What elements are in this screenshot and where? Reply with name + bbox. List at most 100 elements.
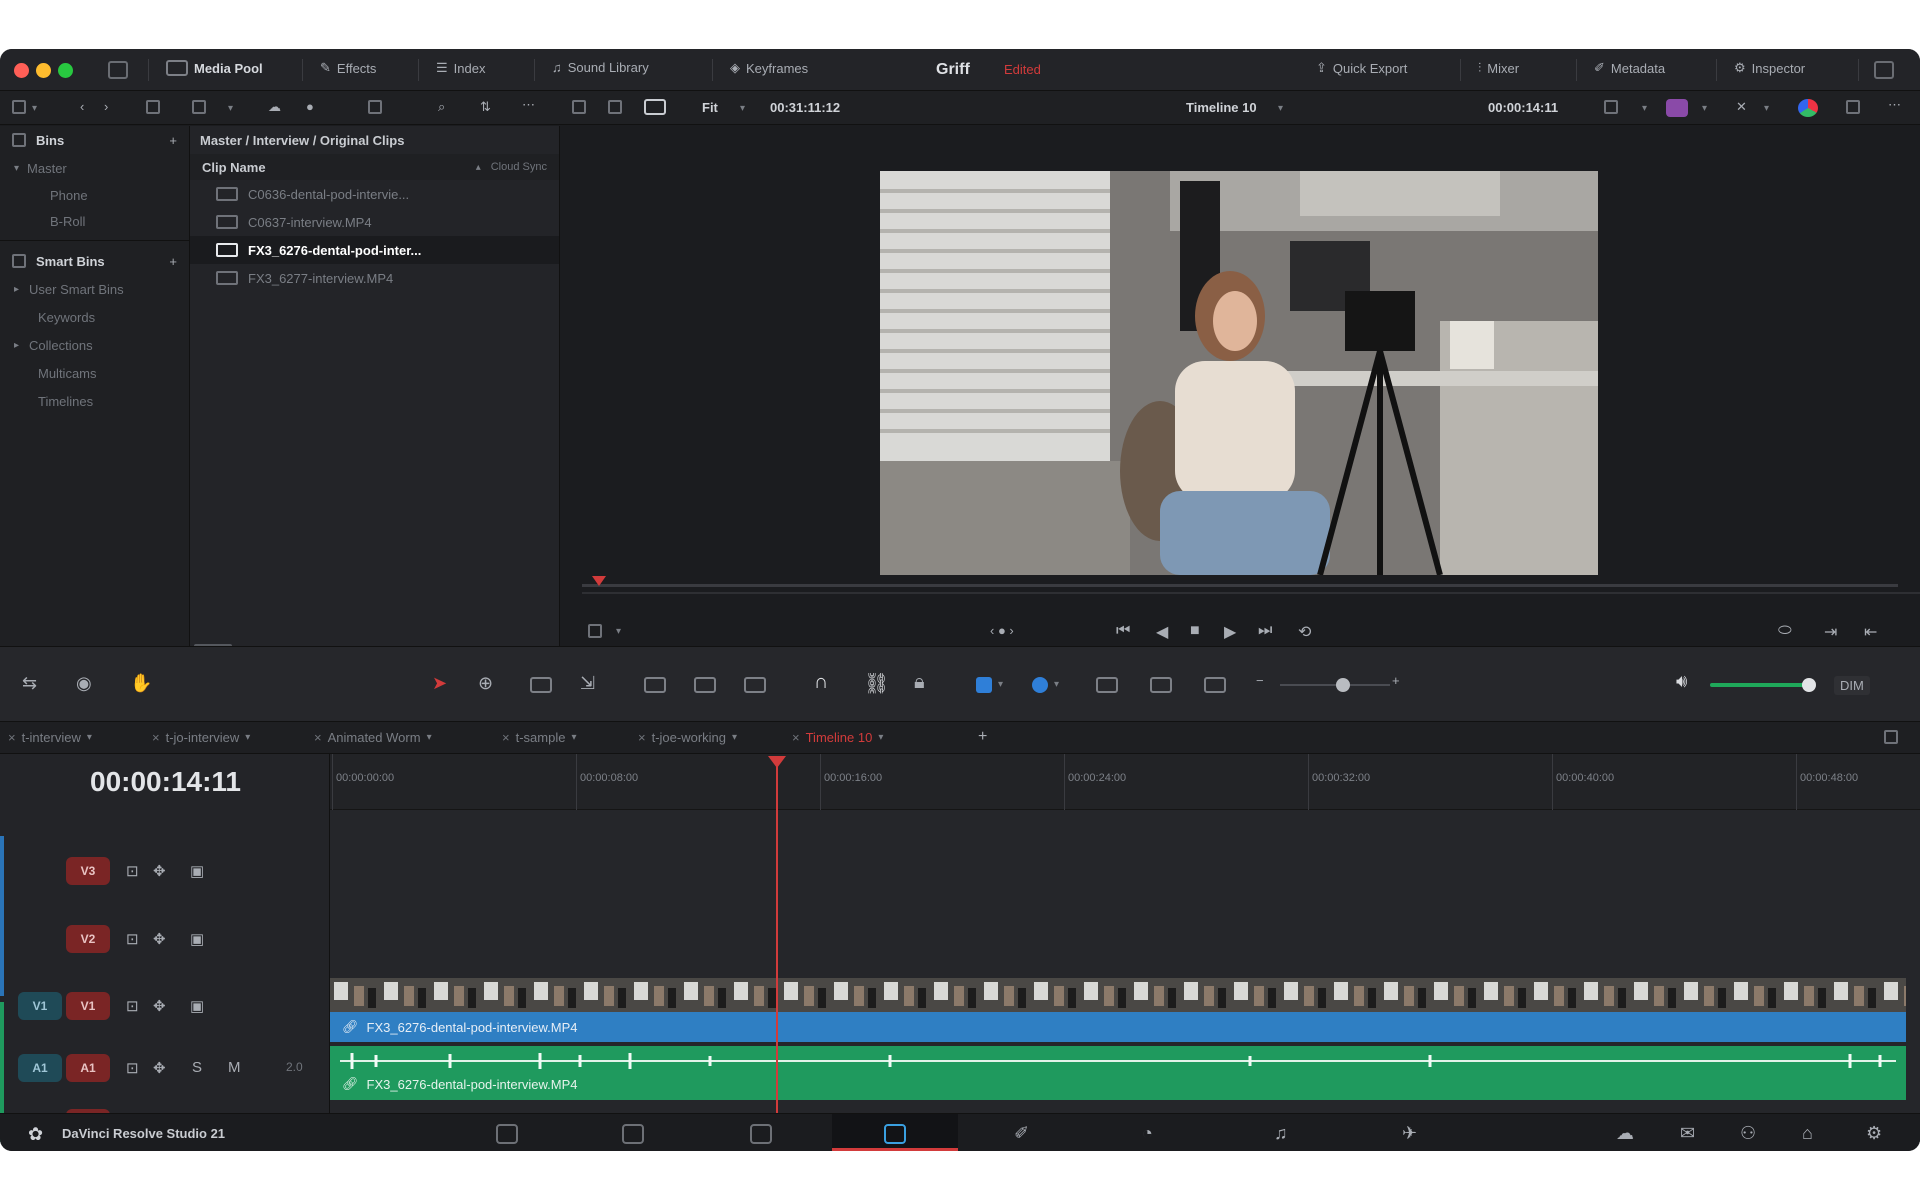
auto-select-icon[interactable]: ✥ (153, 930, 166, 948)
volume-slider-knob[interactable] (1802, 678, 1816, 692)
mute-icon[interactable]: M (228, 1059, 241, 1076)
overlay-chevron-icon[interactable]: ▾ (1642, 103, 1647, 114)
view-chevron-icon[interactable]: ▾ (228, 103, 233, 114)
chat-icon[interactable]: ✉ (1680, 1123, 1695, 1144)
forward-icon[interactable]: › (104, 99, 108, 114)
color-chevron-icon[interactable]: ▾ (1702, 103, 1707, 114)
close-tab-icon[interactable]: × (792, 730, 800, 745)
add-timeline-tab-icon[interactable]: + (978, 728, 987, 746)
timeline-playhead[interactable] (776, 762, 778, 1150)
zoom-detail-icon[interactable] (1150, 677, 1172, 693)
playhead-marker[interactable] (592, 576, 606, 586)
auto-select-icon[interactable]: ✥ (153, 997, 166, 1015)
settings-gear-icon[interactable]: ⚙ (1866, 1123, 1882, 1144)
track-label[interactable]: V1 (66, 992, 110, 1020)
chevron-down-icon[interactable]: ▾ (427, 732, 432, 743)
zoom-in-icon[interactable]: + (1392, 673, 1400, 688)
timeline-timecode[interactable]: 00:00:14:11 (90, 766, 241, 798)
zoom-out-icon[interactable]: − (1256, 673, 1264, 688)
media-page-icon[interactable] (496, 1124, 518, 1144)
scrubber-track[interactable] (582, 584, 1898, 587)
sort-up-icon[interactable]: ▴ (476, 162, 481, 173)
crop-chevron-icon[interactable]: ▾ (616, 626, 621, 637)
transform-chevron-icon[interactable]: ▾ (1764, 103, 1769, 114)
play-reverse-icon[interactable]: ◀ (1156, 622, 1168, 642)
flag-chevron-icon[interactable]: ▾ (998, 679, 1003, 690)
track-visibility-icon[interactable]: ▣ (190, 997, 204, 1015)
solo-icon[interactable]: S (192, 1059, 202, 1076)
tab-media-pool[interactable]: Media Pool (166, 60, 263, 76)
cloud-icon[interactable]: ☁ (1616, 1123, 1634, 1144)
bin-item-phone[interactable]: Phone (0, 182, 189, 208)
close-tab-icon[interactable]: × (314, 730, 322, 745)
zoom-full-icon[interactable] (1096, 677, 1118, 693)
track-visibility-icon[interactable]: ▣ (190, 930, 204, 948)
fullscreen-icon[interactable] (1846, 100, 1860, 114)
home-icon[interactable]: ⌂ (1802, 1123, 1813, 1144)
volume-icon[interactable]: 🔊︎ (1676, 671, 1687, 692)
chevron-down-icon[interactable]: ▾ (732, 732, 737, 743)
stop-icon[interactable]: ■ (1190, 622, 1200, 640)
next-edit-icon[interactable]: ⇥ (1824, 622, 1837, 642)
chevron-down-icon[interactable]: ▾ (87, 732, 92, 743)
tab-index[interactable]: ☰ Index (436, 60, 485, 76)
viewer-more-icon[interactable]: ⋯ (1888, 97, 1901, 113)
transform-icon[interactable]: ✕ (1736, 99, 1747, 115)
smart-bin-user[interactable]: ▸ User Smart Bins (0, 275, 189, 303)
add-smart-bin-icon[interactable]: + (169, 254, 177, 269)
zoom-slider[interactable] (1280, 684, 1390, 686)
audio-page-icon[interactable]: ♫ (1274, 1123, 1288, 1144)
timeline-select[interactable]: Timeline 10 (1186, 100, 1257, 115)
dim-button[interactable]: DIM (1834, 676, 1870, 695)
volume-slider[interactable] (1710, 683, 1810, 687)
dropbox-icon[interactable]: ☁ (268, 99, 281, 115)
layout-options-icon[interactable]: ⇆ (22, 673, 37, 694)
add-bin-icon[interactable]: + (169, 133, 177, 148)
clip-list-item[interactable]: C0636-dental-pod-intervie... (190, 180, 559, 208)
search-icon[interactable]: ⌕ (438, 99, 445, 115)
go-to-end-icon[interactable]: ⏭ (1258, 622, 1272, 640)
back-icon[interactable]: ‹ (80, 99, 84, 114)
close-window-button[interactable] (14, 63, 29, 78)
video-clip[interactable]: 🔗︎ FX3_6276-dental-pod-interview.MP4 (330, 1012, 1906, 1042)
close-tab-icon[interactable]: × (8, 730, 16, 745)
linked-selection-icon[interactable]: ⛓ (864, 671, 889, 696)
viewer-mode-icon[interactable] (572, 100, 586, 114)
lock-track-icon[interactable]: ⊡ (126, 1059, 139, 1077)
flag-icon[interactable] (976, 677, 992, 693)
tab-sound-library[interactable]: ♫ Sound Library (552, 60, 649, 75)
lock-track-icon[interactable]: ⊡ (126, 862, 139, 880)
single-viewer-icon[interactable] (644, 99, 666, 115)
jog-control[interactable]: ‹ ● › (990, 623, 1014, 638)
blade-tool-icon[interactable] (530, 677, 552, 693)
color-wheel-icon[interactable] (1798, 99, 1818, 117)
edit-page-icon[interactable] (750, 1124, 772, 1144)
color-page-icon[interactable]: ✐ (1014, 1123, 1029, 1144)
timeline-tab[interactable]: × t-sample ▾ (502, 730, 576, 745)
mixer-button[interactable]: ⫶ Mixer (1478, 60, 1519, 76)
source-track-badge[interactable]: A1 (18, 1054, 62, 1082)
panel-toggle-icon[interactable] (1874, 61, 1894, 79)
position-lock-icon[interactable]: 🔒︎ (914, 671, 925, 694)
selection-tool-icon[interactable]: ➤ (432, 673, 447, 694)
auto-select-icon[interactable]: ✥ (153, 1059, 166, 1077)
replace-clip-icon[interactable] (744, 677, 766, 693)
smart-bin-timelines[interactable]: Timelines (0, 387, 189, 415)
close-tab-icon[interactable]: × (152, 730, 160, 745)
deliver-page-icon[interactable]: ✈ (1402, 1123, 1417, 1144)
zoom-custom-icon[interactable] (1204, 677, 1226, 693)
clip-list-item[interactable]: C0637-interview.MP4 (190, 208, 559, 236)
chevron-down-icon[interactable]: ▾ (245, 732, 250, 743)
insert-clip-icon[interactable] (644, 677, 666, 693)
lock-track-icon[interactable]: ⊡ (126, 930, 139, 948)
last-frame-icon[interactable]: ⇤ (1864, 622, 1877, 642)
source-track-badge[interactable]: V1 (18, 992, 62, 1020)
dynamic-trim-icon[interactable]: ⇲ (580, 673, 595, 694)
auto-select-icon[interactable]: ✥ (153, 862, 166, 880)
thumbnail-view-icon[interactable] (192, 100, 206, 114)
timeline-tab[interactable]: × t-interview ▾ (8, 730, 92, 745)
sidebar-toggle-icon[interactable] (108, 61, 128, 79)
timeline-tab[interactable]: × Timeline 10 ▾ (792, 730, 883, 745)
track-label[interactable]: V3 (66, 857, 110, 885)
chevron-down-icon[interactable]: ▾ (571, 732, 576, 743)
